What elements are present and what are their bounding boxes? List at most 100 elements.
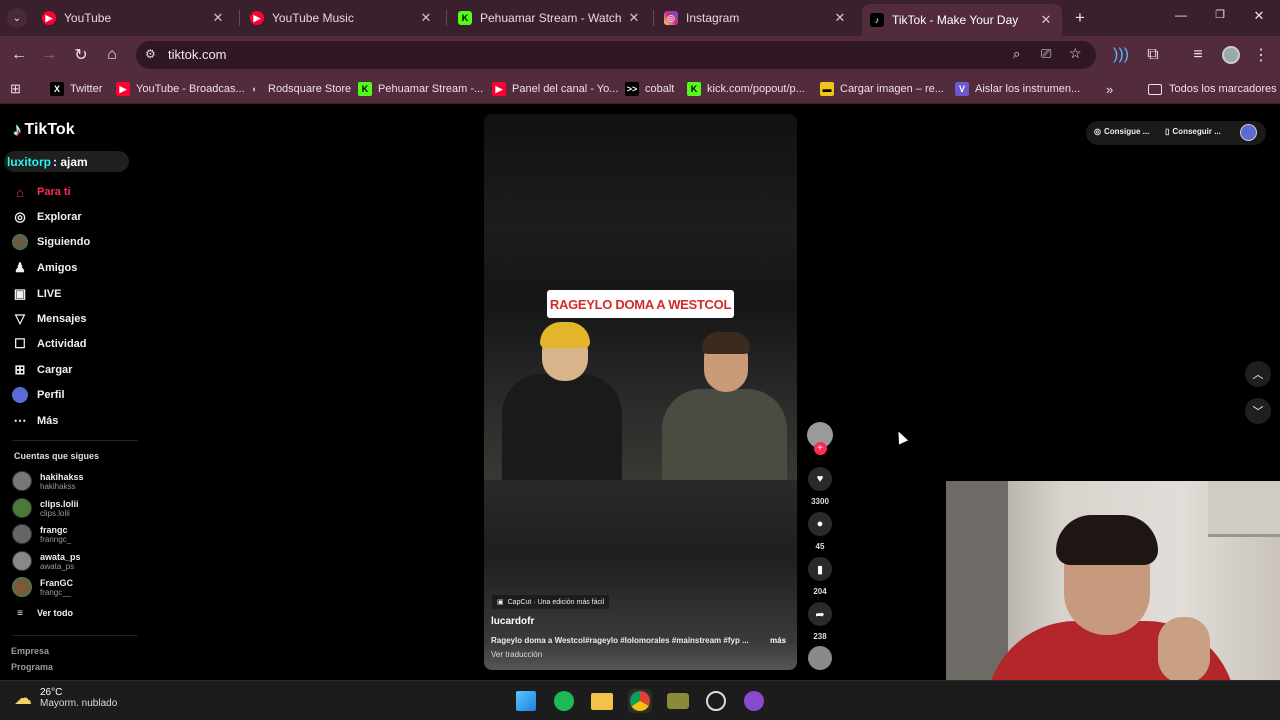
bookmark-aislar-instrumentos[interactable]: V Aislar los instrumen...	[955, 80, 1080, 98]
tab-instagram[interactable]: ◎ Instagram ✕	[656, 4, 856, 32]
close-icon[interactable]: ✕	[418, 10, 434, 26]
reload-button[interactable]: ↻	[70, 44, 92, 66]
file-explorer-button[interactable]	[590, 689, 614, 713]
nav-explorar[interactable]: ◎ Explorar	[12, 206, 81, 228]
mouse-cursor	[893, 429, 909, 445]
nav-cargar[interactable]: ⊞ Cargar	[12, 359, 73, 381]
sidebar-divider	[12, 635, 138, 636]
bookmark-rodsquare[interactable]: ◐ Rodsquare Store	[248, 80, 351, 98]
account-handle: awata_ps	[40, 561, 75, 571]
nav-label: Más	[37, 415, 59, 427]
nav-mensajes[interactable]: ▽ Mensajes	[12, 308, 87, 330]
footer-link-programa[interactable]: Programa	[11, 662, 53, 672]
extension-button[interactable]: )))	[1110, 44, 1132, 66]
back-button[interactable]: ←	[8, 44, 30, 66]
start-button[interactable]	[514, 689, 538, 713]
new-tab-button[interactable]: +	[1070, 8, 1090, 28]
obs-button[interactable]	[704, 689, 728, 713]
bookmark-twitter[interactable]: X Twitter	[50, 80, 102, 98]
bookmarks-overflow-button[interactable]: »	[1106, 80, 1113, 98]
next-video-button[interactable]: ﹀	[1245, 398, 1271, 424]
site-info-icon[interactable]: ⚙	[145, 47, 156, 61]
profile-avatar-icon	[12, 387, 28, 403]
get-coins-button[interactable]: ◎ Consigue ...	[1094, 127, 1149, 136]
bookmark-youtube-broadcast[interactable]: ▶ YouTube - Broadcas...	[116, 80, 245, 98]
like-button[interactable]: ♥ 3300	[808, 467, 832, 506]
nav-mas[interactable]: ⋯ Más	[12, 410, 59, 432]
following-account[interactable]: awata_ps awata_ps	[12, 548, 81, 574]
translate-link[interactable]: Ver traducción	[491, 650, 542, 659]
bookmark-cobalt[interactable]: >> cobalt	[625, 80, 674, 98]
nav-live[interactable]: ▣ LIVE	[12, 283, 62, 305]
home-button[interactable]: ⌂	[101, 44, 123, 66]
tab-tiktok[interactable]: ♪ TikTok - Make Your Day ✕	[862, 4, 1062, 36]
more-button[interactable]: más	[770, 636, 786, 645]
user-avatar[interactable]	[1240, 124, 1257, 141]
tab-search-button[interactable]: ⌄	[7, 8, 27, 28]
bookmark-kick-popout[interactable]: K kick.com/popout/p...	[687, 80, 805, 98]
webcam-person-hand	[1158, 617, 1210, 683]
weather-widget[interactable]: ☁ 26°C Mayorm. nublado	[14, 687, 117, 709]
share-button[interactable]: ➦ 238	[808, 602, 832, 641]
bookmark-label: Panel del canal - Yo...	[512, 83, 619, 95]
previous-video-button[interactable]: ︿	[1245, 361, 1271, 387]
author-avatar-action[interactable]: +	[807, 422, 833, 455]
video-author[interactable]: lucardofr	[491, 616, 534, 627]
capcut-badge[interactable]: ▣ CapCut · Una edición más fácil	[492, 595, 610, 609]
video-top-bg	[484, 114, 797, 304]
close-icon[interactable]: ✕	[210, 10, 226, 26]
get-app-button[interactable]: ▯ Conseguir ...	[1165, 127, 1221, 136]
video-title-overlay: RAGEYLO DOMA A WESTCOL	[547, 290, 734, 318]
install-app-icon[interactable]: ⎚	[1041, 46, 1051, 62]
tab-separator	[653, 10, 654, 26]
following-account[interactable]: FranGC frangc__	[12, 574, 73, 600]
comment-button[interactable]: ● 45	[808, 512, 832, 551]
close-icon[interactable]: ✕	[626, 10, 642, 26]
see-all-button[interactable]: ≡ Ver todo	[12, 602, 73, 624]
search-input[interactable]: luxitorp : ajam	[4, 151, 129, 172]
zoom-icon[interactable]: ⌕	[1013, 46, 1020, 62]
all-bookmarks-folder[interactable]: Todos los marcadores	[1148, 80, 1277, 98]
apps-button[interactable]: ⊞	[10, 80, 21, 98]
extensions-button[interactable]: ⧉	[1142, 44, 1164, 66]
media-control-button[interactable]: ≡	[1187, 44, 1209, 66]
tiktok-logo[interactable]: ♪ TikTok	[13, 120, 75, 140]
tab-youtube[interactable]: ▶ YouTube ✕	[34, 4, 234, 32]
following-account[interactable]: clips.lolii clips.lolii	[12, 495, 79, 521]
following-account[interactable]: hakihakss hakihakss	[12, 468, 84, 494]
compass-icon: ◎	[14, 209, 26, 224]
minimize-button[interactable]: —	[1172, 8, 1190, 26]
bookmark-star-icon[interactable]: ☆	[1069, 45, 1082, 62]
game-app-button[interactable]	[666, 689, 690, 713]
nav-actividad[interactable]: ☐ Actividad	[12, 333, 86, 355]
spotify-button[interactable]	[552, 689, 576, 713]
close-icon[interactable]: ✕	[1038, 12, 1054, 28]
bookmark-cargar-imagen[interactable]: ▬ Cargar imagen – re...	[820, 80, 944, 98]
bookmark-pehuamar[interactable]: K Pehuamar Stream -...	[358, 80, 483, 98]
profile-avatar[interactable]	[1222, 46, 1240, 64]
save-button[interactable]: ▮ 204	[808, 557, 832, 596]
restore-button[interactable]: ❐	[1211, 8, 1229, 26]
nav-para-ti[interactable]: ⌂ Para ti	[12, 181, 71, 203]
follow-plus-icon[interactable]: +	[813, 442, 827, 455]
title-text: RAGEYLO DOMA A	[549, 296, 669, 312]
close-icon[interactable]: ✕	[832, 10, 848, 26]
menu-button[interactable]: ⋮	[1250, 44, 1272, 66]
bookmark-panel-canal[interactable]: ▶ Panel del canal - Yo...	[492, 80, 618, 98]
address-bar[interactable]: ⚙ tiktok.com ⌕ ⎚ ☆	[136, 41, 1096, 69]
nav-amigos[interactable]: ♟ Amigos	[12, 257, 77, 279]
following-account[interactable]: frangc franngc_	[12, 521, 71, 547]
friends-icon: ♟	[14, 260, 26, 275]
instagram-icon: ◎	[664, 11, 678, 25]
video-player[interactable]: RAGEYLO DOMA A WESTCOL ▣ CapCut · Una ed…	[484, 114, 797, 670]
forward-button[interactable]: →	[38, 44, 60, 66]
nav-siguiendo[interactable]: Siguiendo	[12, 231, 90, 253]
chat-app-button[interactable]	[742, 689, 766, 713]
chrome-button[interactable]	[628, 689, 652, 713]
footer-link-empresa[interactable]: Empresa	[11, 646, 49, 656]
close-window-button[interactable]: ✕	[1250, 8, 1268, 26]
music-disc-button[interactable]	[808, 646, 832, 670]
nav-perfil[interactable]: Perfil	[12, 384, 65, 406]
tab-pehuamar-stream[interactable]: K Pehuamar Stream - Watch Live ✕	[450, 4, 650, 32]
tab-youtube-music[interactable]: ▶ YouTube Music ✕	[242, 4, 442, 32]
